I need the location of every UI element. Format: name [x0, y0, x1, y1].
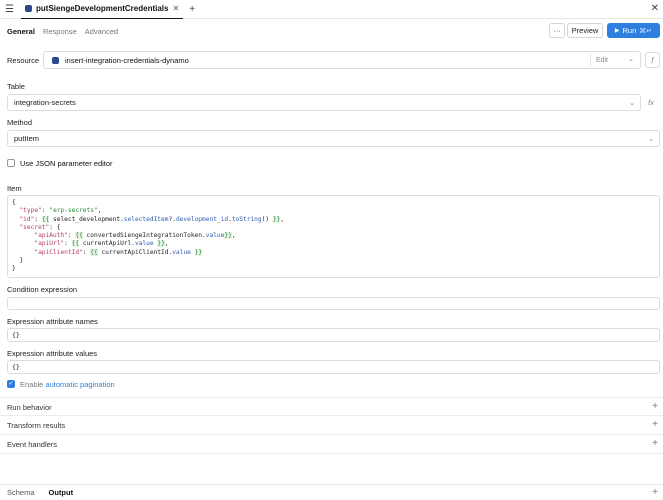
method-select[interactable]: putItem ⌄	[7, 130, 660, 147]
chevron-down-icon: ⌄	[648, 136, 654, 143]
expr-names-input[interactable]: {}	[7, 328, 660, 342]
fx-icon[interactable]: fx	[648, 98, 654, 107]
expr-names-value: {}	[12, 331, 20, 339]
expr-names-label: Expression attribute names	[7, 317, 98, 326]
close-panel-icon[interactable]: ✕	[651, 3, 659, 14]
json-editor-label: Use JSON parameter editor	[20, 159, 113, 168]
function-icon[interactable]: ƒ	[645, 52, 660, 68]
close-tab-icon[interactable]: ✕	[172, 4, 179, 13]
tab-title: putSiengeDevelopmentCredentials	[36, 4, 169, 13]
pagination-prefix: Enable	[20, 380, 44, 389]
condition-label: Condition expression	[7, 285, 78, 294]
preview-button[interactable]: Preview	[567, 23, 603, 38]
run-button[interactable]: ▶ Run ⌘↵	[607, 23, 660, 38]
more-options-button[interactable]: ···	[549, 23, 565, 38]
section-event-handlers[interactable]: Event handlers +	[0, 435, 663, 454]
table-value: integration-secrets	[14, 98, 76, 107]
bottom-bar: Schema Output +	[0, 484, 663, 500]
resource-edit-button[interactable]: Edit	[589, 54, 613, 66]
pagination-checkbox[interactable]: ✓	[7, 380, 15, 388]
run-shortcut: ⌘↵	[639, 27, 653, 35]
dynamodb-icon	[25, 5, 32, 12]
section-run-behavior[interactable]: Run behavior +	[0, 397, 663, 416]
tab-advanced[interactable]: Advanced	[85, 27, 118, 36]
add-tab-icon[interactable]: +	[189, 4, 195, 15]
section-label: Event handlers	[7, 440, 58, 449]
table-select[interactable]: integration-secrets ⌄	[7, 94, 641, 111]
table-label: Table	[7, 82, 25, 91]
tab-response[interactable]: Response	[43, 27, 77, 36]
resource-label: Resource	[7, 56, 40, 65]
chevron-down-icon: ⌄	[629, 100, 635, 107]
resource-select[interactable]: insert-integration-credentials-dynamo Ed…	[43, 51, 641, 69]
expr-values-input[interactable]: {}	[7, 360, 660, 374]
json-editor-checkbox[interactable]	[7, 159, 15, 167]
pagination-link[interactable]: automatic pagination	[45, 380, 114, 389]
menu-icon[interactable]: ☰	[0, 0, 19, 19]
tab-schema[interactable]: Schema	[7, 488, 35, 497]
expr-values-label: Expression attribute values	[7, 349, 98, 358]
section-label: Transform results	[7, 421, 66, 430]
method-value: putItem	[14, 134, 40, 143]
chevron-down-icon[interactable]: ⌄	[628, 55, 634, 63]
section-transform-results[interactable]: Transform results +	[0, 416, 663, 435]
method-label: Method	[7, 118, 33, 127]
item-label: Item	[7, 184, 22, 193]
section-label: Run behavior	[7, 403, 52, 412]
expand-panel-icon[interactable]: +	[652, 487, 658, 498]
query-tab[interactable]: putSiengeDevelopmentCredentials ✕	[21, 0, 184, 19]
resource-value: insert-integration-credentials-dynamo	[65, 55, 189, 65]
expand-icon[interactable]: +	[652, 438, 658, 449]
expand-icon[interactable]: +	[652, 401, 658, 412]
expand-icon[interactable]: +	[652, 419, 658, 430]
pagination-label: Enable automatic pagination	[20, 380, 115, 389]
tab-general[interactable]: General	[7, 27, 35, 36]
dynamodb-icon	[52, 56, 59, 64]
run-label: Run	[622, 26, 637, 35]
play-icon: ▶	[614, 28, 620, 34]
top-bar: ☰ putSiengeDevelopmentCredentials ✕ + ✕	[0, 0, 663, 19]
tab-output[interactable]: Output	[49, 488, 74, 497]
condition-input[interactable]	[7, 297, 660, 310]
expr-values-value: {}	[12, 363, 20, 371]
item-code-editor[interactable]: { "type": "erp-secrets", "id": {{ select…	[7, 195, 660, 278]
